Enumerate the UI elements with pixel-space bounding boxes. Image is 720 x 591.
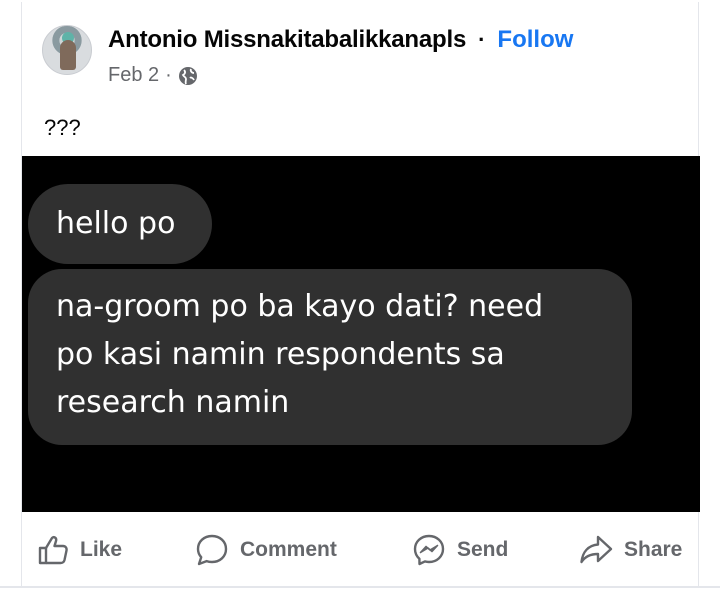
follow-button[interactable]: Follow: [497, 26, 573, 54]
like-button[interactable]: Like: [36, 525, 122, 575]
share-icon: [578, 532, 614, 568]
message-text: hello po: [56, 206, 176, 241]
name-separator: ·: [478, 27, 486, 52]
post-header: Antonio Missnakitabalikkanapls · Follow …: [22, 2, 698, 102]
share-label: Share: [624, 538, 683, 561]
post-meta: Feb 2 ·: [108, 64, 198, 87]
message-bubble: hello po: [28, 184, 212, 264]
author-name[interactable]: Antonio Missnakitabalikkanapls: [108, 26, 466, 54]
comment-label: Comment: [240, 538, 337, 561]
divider: [0, 586, 720, 588]
send-label: Send: [457, 538, 509, 561]
like-label: Like: [80, 538, 123, 561]
share-button[interactable]: Share: [578, 525, 682, 575]
action-bar: Like Comment Send Share: [22, 525, 698, 575]
author-row: Antonio Missnakitabalikkanapls · Follow: [108, 26, 573, 54]
message-text: research namin: [56, 385, 290, 420]
globe-icon: [178, 66, 198, 86]
post-card: Antonio Missnakitabalikkanapls · Follow …: [21, 2, 700, 586]
message-text: na-groom po ba kayo dati? need: [56, 289, 544, 324]
post-caption: ???: [44, 115, 81, 140]
message-bubble: na-groom po ba kayo dati? need po kasi n…: [28, 269, 632, 445]
send-button[interactable]: Send: [411, 525, 508, 575]
thumbs-up-icon: [36, 533, 70, 567]
post-date[interactable]: Feb 2: [108, 64, 159, 87]
message-text: po kasi namin respondents sa: [56, 337, 505, 372]
comment-icon: [194, 532, 230, 568]
avatar[interactable]: [42, 25, 92, 75]
messenger-icon: [411, 532, 447, 568]
post-image[interactable]: hello po na-groom po ba kayo dati? need …: [22, 156, 700, 512]
avatar-body-shape: [60, 40, 76, 70]
meta-separator: ·: [165, 64, 172, 86]
comment-button[interactable]: Comment: [194, 525, 337, 575]
